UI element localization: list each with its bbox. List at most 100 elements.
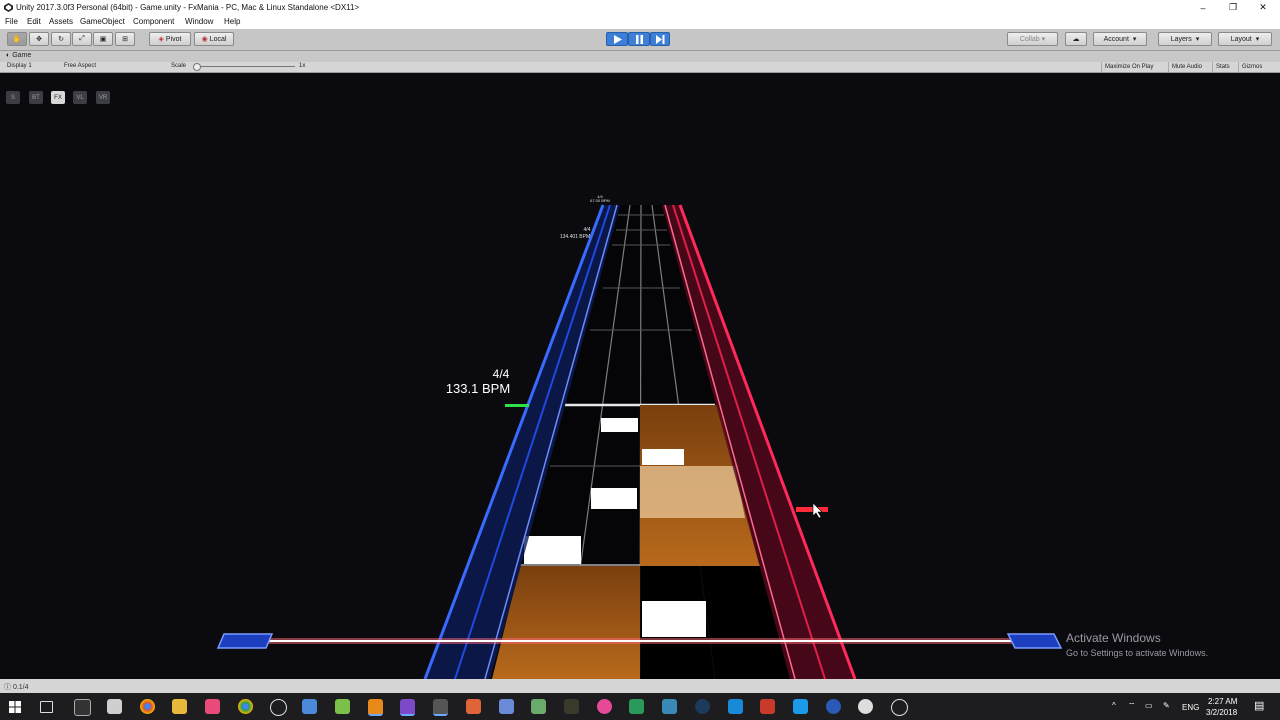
trello-icon[interactable] (728, 699, 743, 714)
menu-component[interactable]: Component (133, 17, 174, 26)
transform-tool-button[interactable]: ⊞ (115, 32, 135, 46)
step-button[interactable] (650, 32, 670, 46)
vpn-icon[interactable] (793, 699, 808, 714)
right-laser-pointer (1006, 633, 1063, 649)
rotate-tool-button[interactable]: ↻ (51, 32, 71, 46)
bpm-far2: 134.401 BPM (560, 234, 590, 240)
chrome-icon[interactable] (140, 699, 155, 714)
obs-icon[interactable] (891, 699, 908, 716)
battery-icon[interactable]: ▭ (1145, 701, 1153, 710)
layout-dropdown[interactable]: Layout ▾ (1218, 32, 1272, 46)
screen-recorder-icon[interactable] (760, 699, 775, 714)
menu-file[interactable]: File (5, 17, 18, 26)
cloud-button[interactable]: ☁ (1065, 32, 1087, 46)
mouse-cursor-icon (812, 502, 823, 519)
collab-label: Collab ▾ (1019, 36, 1046, 43)
scale-label: Scale (171, 63, 187, 69)
unity-taskbar-icon[interactable] (433, 699, 448, 716)
game-view[interactable]: S BT FX VL VR 4/4 67.00 BPM 4/4 134.401 … (0, 73, 1280, 679)
scale-value: 1x (299, 63, 306, 69)
maximize-on-play-toggle[interactable]: Maximize On Play (1101, 62, 1156, 72)
display-dropdown[interactable]: Display 1 (7, 63, 32, 69)
visual-studio-icon[interactable] (400, 699, 415, 716)
menu-help[interactable]: Help (224, 17, 240, 26)
sublime-text-icon[interactable] (368, 699, 383, 716)
stats-toggle[interactable]: Stats (1212, 62, 1233, 72)
tab-bar: ◐ Game (0, 51, 1280, 62)
collab-button[interactable]: Collab ▾ (1007, 32, 1058, 46)
bpm-label: 133.1 BPM (446, 381, 510, 396)
play-icon (613, 34, 622, 44)
pivot-button[interactable]: ◈ Pivot (149, 32, 191, 46)
move-tool-button[interactable]: ✥ (29, 32, 49, 46)
snipping-tool-icon[interactable] (205, 699, 220, 714)
task-view-icon[interactable] (40, 701, 53, 713)
app-icon[interactable] (564, 699, 579, 714)
scale-icon: ⤢ (79, 35, 85, 42)
close-button[interactable]: ✕ (1248, 0, 1278, 15)
scale-tool-button[interactable]: ⤢ (72, 32, 92, 46)
chrome-canary-icon[interactable] (238, 699, 253, 714)
spreadsheet-icon-2[interactable] (629, 699, 644, 714)
aspect-dropdown[interactable]: Free Aspect (64, 63, 96, 69)
menu-gameobject[interactable]: GameObject (80, 17, 125, 26)
bpm-change-marker (505, 404, 529, 407)
pause-icon (635, 34, 643, 44)
chip-note (642, 601, 706, 637)
file-explorer-icon[interactable] (172, 699, 187, 714)
browser-icon[interactable] (826, 699, 841, 714)
wifi-icon[interactable]: ⌔ (1128, 701, 1136, 711)
windows-taskbar: ^ ⌔ ▭ ✎ ENG 2:27 AM 3/2/2018 ▤ (0, 693, 1280, 720)
info-icon: ⓘ (4, 684, 11, 691)
scale-slider-track[interactable] (195, 66, 295, 67)
local-button[interactable]: ◉ Local (194, 32, 234, 46)
steam-icon[interactable] (695, 699, 710, 714)
hand-icon: ✋ (12, 36, 22, 43)
gizmos-dropdown[interactable]: Gizmos (1238, 62, 1265, 72)
left-laser-pointer (216, 633, 274, 649)
local-icon: ◉ (201, 36, 208, 43)
pen-icon[interactable]: ✎ (1163, 701, 1170, 710)
hand-tool-button[interactable]: ✋ (7, 32, 27, 46)
calculator-icon[interactable] (107, 699, 122, 714)
activation-watermark-sub: Go to Settings to activate Windows. (1066, 648, 1209, 658)
time-signature-label: 4/4 (493, 367, 510, 381)
chevron-down-icon: ▾ (1255, 36, 1260, 43)
foobar-icon[interactable] (270, 699, 287, 716)
account-dropdown[interactable]: Account ▾ (1093, 32, 1147, 46)
minimize-button[interactable]: – (1188, 0, 1218, 15)
clock-time[interactable]: 2:27 AM (1208, 697, 1237, 706)
menu-edit[interactable]: Edit (27, 17, 41, 26)
menu-window[interactable]: Window (185, 17, 213, 26)
notification-icon[interactable]: ▤ (1254, 699, 1264, 712)
unity-logo-icon (4, 3, 13, 12)
discord-icon[interactable] (858, 699, 873, 714)
osu-icon[interactable] (597, 699, 612, 714)
editor-icon[interactable] (662, 699, 677, 714)
status-value: 0.1/4 (12, 684, 29, 691)
status-text: ⓘ 0.1/4 (4, 682, 29, 692)
chip-note (591, 488, 637, 509)
layers-label: Layers (1170, 35, 1192, 43)
rotate-icon: ↻ (58, 36, 64, 43)
image-editor-icon[interactable] (302, 699, 317, 714)
play-button[interactable] (606, 32, 628, 46)
tab-game[interactable]: ◐ Game (6, 52, 31, 59)
restore-button[interactable]: ❐ (1218, 0, 1248, 15)
language-indicator[interactable]: ENG (1182, 703, 1199, 712)
windows-start-icon[interactable] (9, 701, 21, 713)
layers-dropdown[interactable]: Layers ▾ (1158, 32, 1212, 46)
clock-date[interactable]: 3/2/2018 (1206, 708, 1237, 717)
pause-button[interactable] (628, 32, 650, 46)
spreadsheet-icon[interactable] (531, 699, 546, 714)
network-tool-icon[interactable] (499, 699, 514, 714)
rect-tool-button[interactable]: ▣ (93, 32, 113, 46)
git-icon[interactable] (466, 699, 481, 714)
scale-slider-handle[interactable] (193, 63, 201, 71)
menu-assets[interactable]: Assets (49, 17, 73, 26)
mute-audio-toggle[interactable]: Mute Audio (1168, 62, 1205, 72)
terminal-icon[interactable] (74, 699, 91, 716)
tray-expand-icon[interactable]: ^ (1112, 701, 1116, 710)
chip-note (524, 536, 581, 564)
notepad-icon[interactable] (335, 699, 350, 714)
